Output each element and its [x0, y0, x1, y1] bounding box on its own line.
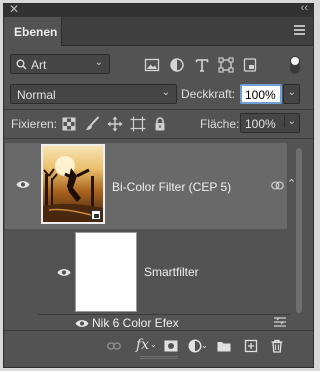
group-folder-icon[interactable] — [217, 339, 231, 353]
lock-label: Fixieren: — [11, 117, 58, 131]
smart-filter-label[interactable]: Smartfilter — [144, 265, 199, 279]
layer-thumbnail[interactable] — [41, 144, 105, 224]
chevron-down-icon: ⌄ — [161, 87, 170, 98]
panel-titlebar: ✕ ‹‹ — [4, 2, 313, 17]
artboard-icon[interactable] — [130, 116, 146, 132]
collapse-icon[interactable]: ‹‹ — [301, 2, 308, 14]
layer-name[interactable]: Bi-Color Filter (CEP 5) — [112, 180, 231, 194]
mask-icon[interactable] — [164, 339, 178, 353]
tab-ebenen[interactable]: Ebenen — [4, 17, 62, 46]
chevron-down-icon: ⌄ — [94, 57, 103, 68]
close-icon[interactable]: ✕ — [9, 2, 19, 16]
lock-transparent-pixels-icon[interactable] — [61, 116, 77, 132]
fill-input[interactable]: 100% ⌄ — [240, 113, 300, 133]
panel-menu-icon[interactable] — [294, 25, 305, 35]
type-icon[interactable] — [194, 57, 210, 73]
divider — [38, 314, 290, 315]
opacity-label: Deckkraft: — [181, 87, 236, 101]
divider — [4, 138, 313, 139]
shape-icon[interactable] — [218, 57, 234, 73]
filter-toggle[interactable] — [290, 56, 300, 74]
smart-object-badge-icon — [91, 210, 101, 220]
fx-icon[interactable]: fx — [136, 337, 149, 353]
opacity-input[interactable]: 100% — [240, 84, 282, 104]
fill-label: Fläche: — [200, 117, 240, 131]
filter-item-name[interactable]: Nik 6 Color Efex — [92, 316, 179, 330]
resize-grip[interactable] — [140, 356, 178, 359]
layers-scrollbar[interactable] — [294, 143, 304, 327]
filter-blending-options-icon[interactable] — [274, 317, 286, 328]
filter-kind-value: Art — [31, 58, 47, 72]
chevron-down-icon: ⌄ — [201, 341, 208, 350]
brush-icon[interactable] — [84, 116, 100, 132]
new-layer-icon[interactable] — [244, 339, 258, 353]
smart-object-icon[interactable] — [242, 57, 258, 73]
blend-mode-value: Normal — [17, 88, 56, 102]
panel-tab-row: Ebenen — [4, 17, 313, 46]
adjustment-icon[interactable] — [169, 57, 185, 73]
divider — [4, 109, 313, 110]
filter-kind-select[interactable]: Art ⌄ — [10, 54, 110, 74]
smart-filter-indicator-icon[interactable] — [271, 181, 284, 190]
bottom-toolbar: fx ⌄ ⌄ — [4, 330, 313, 360]
image-icon[interactable] — [144, 57, 160, 73]
opacity-dropdown[interactable]: ⌄ — [283, 84, 300, 104]
link-icon[interactable] — [107, 339, 121, 353]
tab-label: Ebenen — [14, 25, 58, 39]
adjustment-layer-icon[interactable] — [188, 339, 202, 353]
opacity-value: 100% — [245, 88, 276, 102]
blend-mode-select[interactable]: Normal ⌄ — [10, 84, 177, 104]
search-icon — [16, 59, 27, 70]
eye-icon[interactable] — [75, 319, 89, 328]
chevron-down-icon: ⌄ — [287, 87, 296, 98]
eye-icon[interactable] — [16, 180, 30, 189]
layers-panel: ✕ ‹‹ Ebenen Art ⌄ Normal ⌄ Deckkraft: 10… — [3, 2, 314, 368]
move-icon[interactable] — [107, 116, 123, 132]
fill-value: 100% — [245, 117, 276, 131]
trash-icon[interactable] — [270, 339, 284, 353]
lock-icon[interactable] — [152, 116, 168, 132]
chevron-down-icon: ⌄ — [283, 116, 296, 127]
eye-icon[interactable] — [57, 268, 71, 277]
smart-filter-mask-thumbnail[interactable] — [75, 232, 137, 312]
chevron-down-icon: ⌄ — [150, 340, 157, 349]
